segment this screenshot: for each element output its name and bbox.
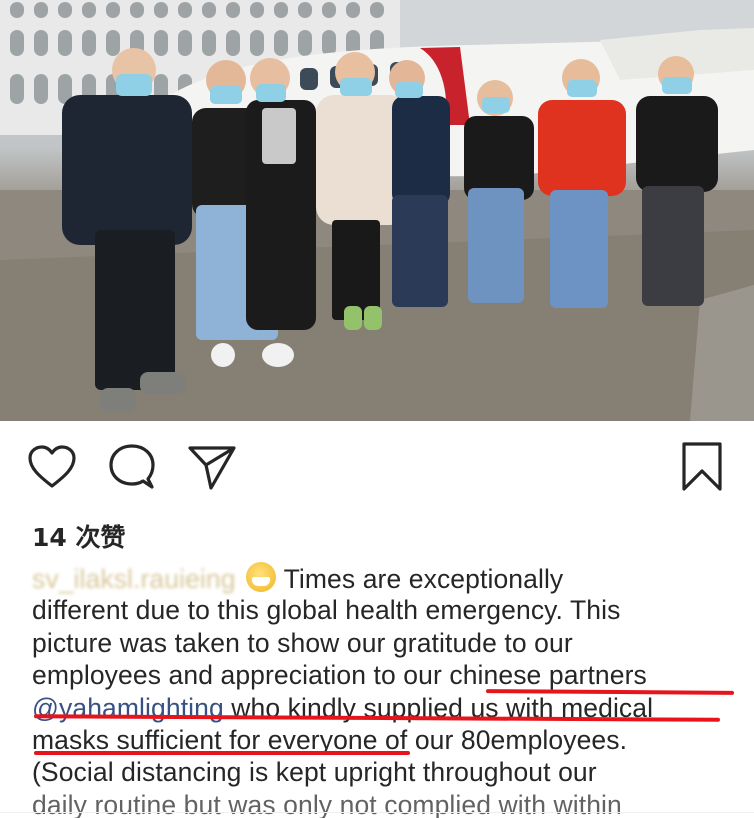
caption-line: picture was taken to show our gratitude …	[32, 627, 573, 658]
share-button[interactable]	[186, 440, 238, 498]
divider	[0, 812, 754, 813]
bookmark-icon	[680, 441, 724, 498]
caption-line: daily routine but was only not complied …	[32, 789, 622, 818]
highlighted-text: chinese partners	[449, 660, 647, 691]
post-photo	[0, 0, 754, 421]
post-action-bar	[0, 440, 754, 504]
caption-line: sv_ilaksl.rauieing Times are exceptionall…	[32, 562, 564, 594]
likes-count[interactable]: 14 次赞	[32, 518, 126, 554]
caption-line: (Social distancing is kept upright throu…	[32, 757, 597, 788]
face-with-mask-emoji-icon	[245, 562, 276, 592]
post-photo-illustration	[0, 0, 754, 421]
paper-plane-icon	[187, 443, 237, 496]
like-button[interactable]	[26, 440, 78, 498]
caption-line: different due to this global health emer…	[32, 595, 621, 626]
annotation-underline	[34, 751, 410, 755]
save-button[interactable]	[676, 440, 728, 498]
heart-icon	[27, 444, 77, 495]
comment-button[interactable]	[106, 440, 158, 498]
caption-line: employees and appreciation to our chines…	[32, 660, 647, 691]
speech-bubble-icon	[108, 443, 156, 496]
username-link[interactable]: sv_ilaksl.rauieing	[32, 564, 236, 594]
